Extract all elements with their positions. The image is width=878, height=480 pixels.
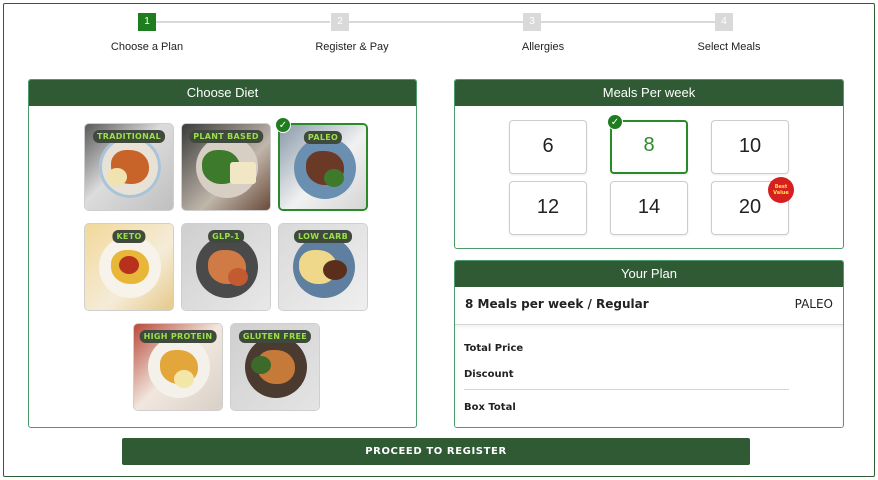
step-4-indicator[interactable]: 4 [715, 13, 733, 31]
step-3-label: Allergies [521, 41, 565, 53]
diet-label: LOW CARB [294, 230, 352, 243]
diet-label: PLANT BASED [189, 130, 263, 143]
meal-option-14[interactable]: 14 [610, 181, 688, 235]
meal-option-12[interactable]: 12 [509, 181, 587, 235]
price-summary: Total Price Discount Box Total [455, 325, 843, 427]
diet-tile-keto[interactable]: KETO [84, 223, 174, 311]
step-3-indicator[interactable]: 3 [523, 13, 541, 31]
meal-option-6[interactable]: 6 [509, 120, 587, 174]
meal-option-10[interactable]: 10 [711, 120, 789, 174]
step-4-label: Select Meals [697, 41, 761, 53]
selected-check-icon: ✓ [607, 114, 623, 130]
diet-label: KETO [112, 230, 146, 243]
diet-label: TRADITIONAL [93, 130, 165, 143]
meals-per-week-panel: Meals Per week 6 8 10 12 14 20 Best Valu… [454, 79, 844, 249]
diet-label: GLP-1 [208, 230, 244, 243]
diet-label: GLUTEN FREE [238, 330, 312, 343]
diet-tile-low-carb[interactable]: LOW CARB [278, 223, 368, 311]
diet-tile-glp-1[interactable]: GLP-1 [181, 223, 271, 311]
your-plan-header: Your Plan [455, 261, 843, 287]
diet-tile-high-protein[interactable]: HIGH PROTEIN [133, 323, 223, 411]
step-1-label: Choose a Plan [110, 41, 184, 53]
diet-tile-gluten-free[interactable]: GLUTEN FREE [230, 323, 320, 411]
plan-summary-text: 8 Meals per week / Regular [465, 297, 649, 311]
step-connector [541, 21, 715, 23]
diet-label: HIGH PROTEIN [139, 330, 217, 343]
choose-diet-panel: Choose Diet TRADITIONAL PLANT BASED PALE… [28, 79, 417, 428]
selected-check-icon: ✓ [275, 117, 291, 133]
step-2-label: Register & Pay [315, 41, 389, 53]
best-value-line-2: Value [773, 190, 789, 196]
diet-tile-traditional[interactable]: TRADITIONAL [84, 123, 174, 211]
diet-tile-paleo[interactable]: PALEO [278, 123, 368, 211]
diet-label: PALEO [303, 131, 343, 144]
choose-diet-header: Choose Diet [29, 80, 416, 106]
meal-option-8[interactable]: 8 [610, 120, 688, 174]
summary-divider [464, 389, 789, 390]
step-1-indicator[interactable]: 1 [138, 13, 156, 31]
best-value-badge: Best Value [769, 178, 793, 202]
step-2-indicator[interactable]: 2 [331, 13, 349, 31]
progress-stepper: 1 2 3 4 Choose a Plan Register & Pay All… [0, 0, 878, 60]
box-total-label: Box Total [464, 402, 516, 413]
meals-per-week-header: Meals Per week [455, 80, 843, 106]
step-connector [155, 21, 330, 23]
total-price-label: Total Price [464, 343, 524, 354]
proceed-to-register-button[interactable]: PROCEED TO REGISTER [122, 438, 750, 465]
your-plan-panel: Your Plan 8 Meals per week / Regular PAL… [454, 260, 844, 428]
discount-label: Discount [464, 369, 514, 380]
diet-tile-plant-based[interactable]: PLANT BASED [181, 123, 271, 211]
step-connector [348, 21, 523, 23]
plan-diet-text: PALEO [794, 297, 833, 311]
